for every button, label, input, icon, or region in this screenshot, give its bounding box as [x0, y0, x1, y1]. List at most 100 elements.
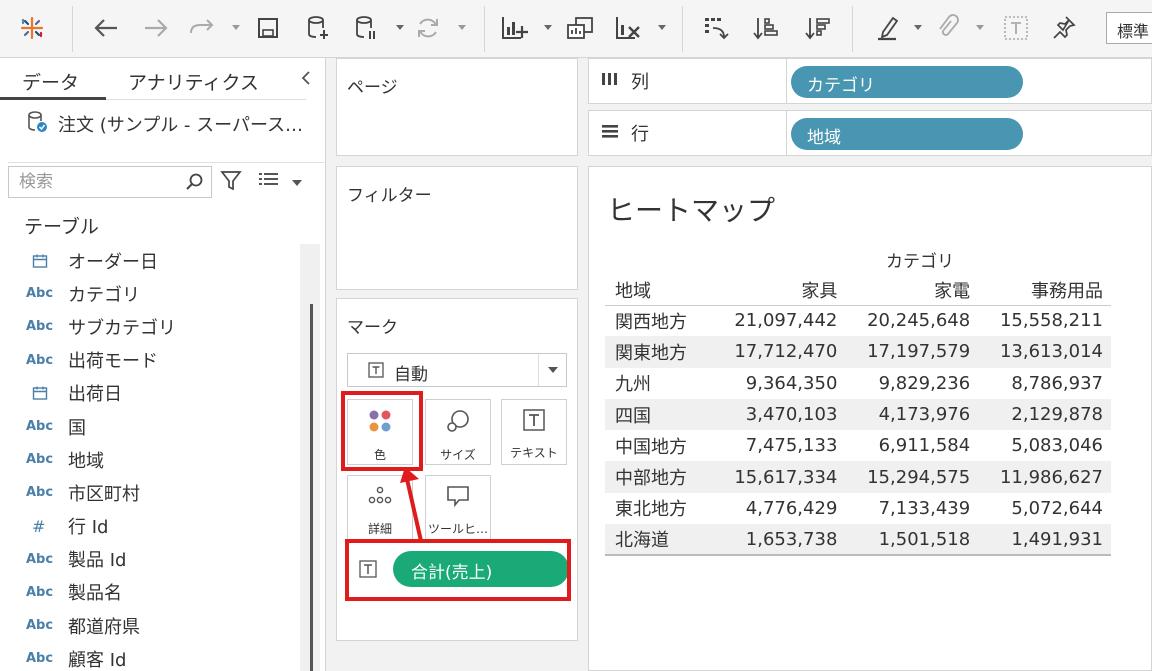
header-region[interactable]: 地域: [605, 275, 713, 306]
rows-shelf[interactable]: 行 地域: [588, 110, 1152, 156]
scrollbar[interactable]: [300, 244, 320, 671]
mark-type-select[interactable]: 自動: [347, 353, 567, 387]
field-item[interactable]: オーダー日: [26, 244, 296, 277]
region-cell[interactable]: 中部地方: [605, 461, 713, 493]
new-worksheet-icon[interactable]: [498, 12, 530, 44]
datasource-item[interactable]: 注文 (サンプル - スーパース…: [26, 110, 322, 138]
search-icon[interactable]: [185, 172, 205, 196]
tab-analytics[interactable]: アナリティクス: [106, 58, 306, 100]
string-type-icon: Abc: [26, 485, 54, 501]
sales-cell[interactable]: 20,245,648: [845, 305, 978, 336]
tab-data[interactable]: データ: [0, 58, 106, 100]
field-item[interactable]: Abc 国: [26, 410, 296, 443]
sales-cell[interactable]: 4,776,429: [713, 493, 846, 524]
sales-cell[interactable]: 9,364,350: [713, 368, 846, 399]
refresh-dropdown-icon[interactable]: [456, 20, 468, 36]
sales-cell[interactable]: 15,617,334: [712, 461, 846, 493]
header-office-supplies[interactable]: 事務用品: [978, 275, 1111, 306]
columns-shelf[interactable]: 列 カテゴリ: [588, 58, 1152, 104]
sales-cell[interactable]: 1,491,931: [978, 524, 1111, 557]
field-item[interactable]: 出荷日: [26, 377, 296, 410]
region-cell[interactable]: 中国地方: [605, 430, 713, 461]
undo-icon[interactable]: [90, 12, 122, 44]
text-button[interactable]: テキスト: [501, 399, 567, 465]
region-cell[interactable]: 北海道: [605, 524, 713, 557]
sales-cell[interactable]: 1,501,518: [845, 524, 979, 557]
sales-cell[interactable]: 4,173,976: [845, 398, 979, 431]
field-item[interactable]: Abc サブカテゴリ: [26, 310, 296, 343]
clear-sheet-dropdown-icon[interactable]: [656, 20, 668, 36]
sales-cell[interactable]: 5,083,046: [978, 430, 1111, 461]
size-button[interactable]: サイズ: [425, 399, 491, 465]
pin-icon[interactable]: [1048, 12, 1080, 44]
list-view-icon[interactable]: [258, 171, 280, 193]
field-item[interactable]: Abc 都道府県: [26, 609, 296, 642]
replay-dropdown-icon[interactable]: [230, 20, 242, 36]
sales-cell[interactable]: 1,653,738: [712, 524, 846, 557]
sales-cell[interactable]: 7,133,439: [845, 493, 978, 524]
attachment-dropdown-icon[interactable]: [974, 20, 986, 36]
datasource-dropdown-icon[interactable]: [394, 20, 406, 36]
swap-rows-columns-icon[interactable]: [700, 12, 732, 44]
sales-cell[interactable]: 8,786,937: [978, 368, 1111, 399]
replay-icon[interactable]: [186, 12, 218, 44]
field-item[interactable]: Abc 製品名: [26, 576, 296, 609]
pages-card[interactable]: ページ: [336, 58, 578, 156]
sales-cell[interactable]: 17,197,579: [845, 336, 979, 368]
field-name: 市区町村: [68, 483, 140, 505]
region-cell[interactable]: 関西地方: [605, 305, 713, 336]
sales-cell[interactable]: 7,475,133: [713, 430, 846, 461]
chevron-down-icon[interactable]: [538, 354, 566, 386]
region-cell[interactable]: 東北地方: [605, 493, 713, 524]
highlight-icon[interactable]: [872, 12, 904, 44]
sales-cell[interactable]: 13,613,014: [978, 336, 1111, 368]
header-appliances[interactable]: 家電: [845, 275, 979, 306]
sales-cell[interactable]: 2,129,878: [978, 398, 1111, 431]
filters-card[interactable]: フィルター: [336, 166, 578, 290]
clear-sheet-icon[interactable]: [612, 12, 644, 44]
new-datasource-icon[interactable]: [302, 12, 334, 44]
sales-cell[interactable]: 5,072,644: [978, 493, 1111, 524]
sales-cell[interactable]: 3,470,103: [712, 398, 846, 431]
pause-datasource-icon[interactable]: [350, 12, 382, 44]
filter-icon[interactable]: [220, 170, 242, 196]
calendar-icon: [26, 385, 60, 401]
search-input[interactable]: [9, 167, 179, 197]
list-view-dropdown-icon[interactable]: [292, 173, 302, 192]
highlight-dropdown-icon[interactable]: [912, 20, 924, 36]
save-icon[interactable]: [252, 12, 284, 44]
field-item[interactable]: Abc 出荷モード: [26, 344, 296, 377]
field-item[interactable]: Abc カテゴリ: [26, 277, 296, 310]
region-cell[interactable]: 四国: [605, 398, 713, 431]
field-item[interactable]: Abc 製品 Id: [26, 543, 296, 576]
fit-select[interactable]: 標準: [1106, 12, 1152, 44]
region-cell[interactable]: 九州: [605, 368, 713, 399]
attachment-icon[interactable]: [932, 12, 964, 44]
sales-cell[interactable]: 6,911,584: [845, 430, 978, 461]
field-item[interactable]: Abc 市区町村: [26, 476, 296, 509]
tableau-logo-icon[interactable]: [16, 12, 48, 44]
sort-ascending-icon[interactable]: [750, 12, 782, 44]
refresh-icon[interactable]: [412, 12, 444, 44]
collapse-pane-icon[interactable]: [300, 68, 320, 90]
sales-cell[interactable]: 11,986,627: [978, 461, 1111, 493]
redo-icon[interactable]: [140, 12, 172, 44]
new-worksheet-dropdown-icon[interactable]: [542, 20, 554, 36]
header-furniture[interactable]: 家具: [712, 275, 846, 306]
field-item[interactable]: # 行 Id: [26, 510, 296, 543]
duplicate-icon[interactable]: [564, 12, 596, 44]
sales-cell[interactable]: 17,712,470: [712, 336, 846, 368]
region-pill[interactable]: 地域: [791, 118, 1023, 150]
category-pill[interactable]: カテゴリ: [791, 66, 1023, 98]
field-item[interactable]: Abc 地域: [26, 443, 296, 476]
region-cell[interactable]: 関東地方: [605, 336, 713, 368]
text-label-icon[interactable]: [1000, 12, 1032, 44]
field-item[interactable]: Abc 顧客 Id: [26, 642, 296, 671]
column-group-header[interactable]: カテゴリ: [859, 247, 981, 272]
scrollbar-thumb[interactable]: [310, 304, 313, 671]
sales-cell[interactable]: 15,558,211: [978, 305, 1111, 336]
sales-cell[interactable]: 15,294,575: [845, 461, 979, 493]
sales-cell[interactable]: 9,829,236: [845, 368, 978, 399]
sort-descending-icon[interactable]: [802, 12, 834, 44]
sales-cell[interactable]: 21,097,442: [713, 305, 846, 336]
